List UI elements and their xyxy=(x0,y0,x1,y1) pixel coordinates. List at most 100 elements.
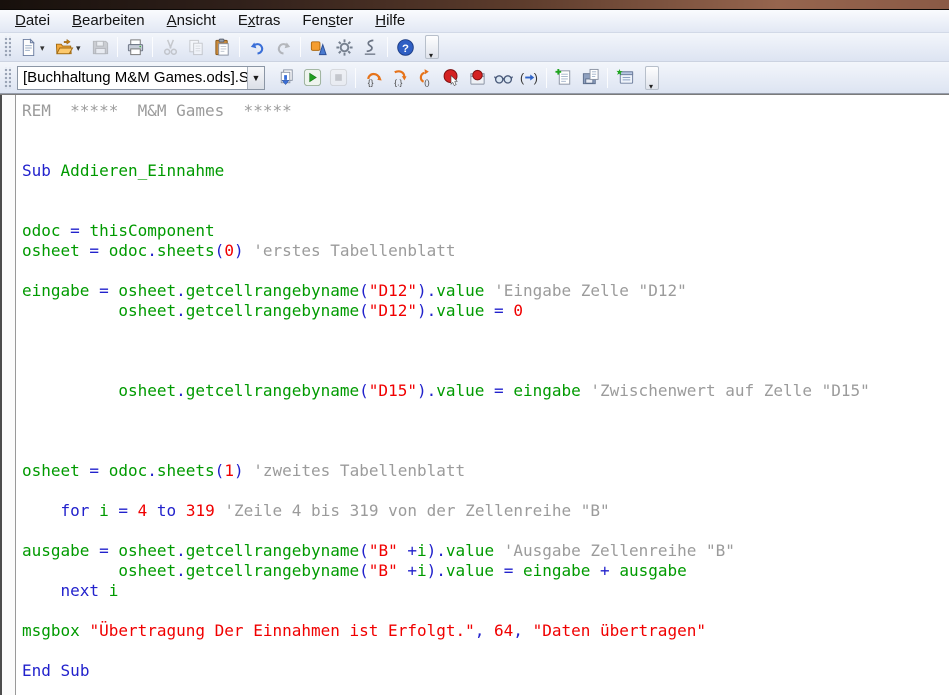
code-line xyxy=(22,481,949,501)
svg-text:{.}: {.} xyxy=(394,78,402,87)
svg-text:?: ? xyxy=(402,42,409,54)
code-line xyxy=(22,321,949,341)
manage-breakpoints-icon xyxy=(468,68,487,87)
svg-text:{}: {} xyxy=(367,78,373,87)
step-out-icon: () xyxy=(416,68,435,87)
redo-icon xyxy=(274,38,293,57)
breakpoint-button[interactable] xyxy=(439,66,463,90)
dropdown-caret-icon[interactable]: ▾ xyxy=(40,43,48,54)
menu-fenster[interactable]: Fenster xyxy=(291,10,364,32)
macro-toolbar: [Buchhaltung M&M Games.ods].St ▼ {} {.} ()… xyxy=(0,62,949,94)
code-line: Sub Addieren_Einnahme xyxy=(22,161,949,181)
macros-icon xyxy=(361,38,380,57)
cut-button xyxy=(158,35,182,59)
code-editor[interactable]: REM ***** M&M Games ***** Sub Addieren_E… xyxy=(16,95,949,695)
open-button[interactable] xyxy=(52,35,76,59)
toolbar-separator xyxy=(300,37,301,57)
redo-button xyxy=(271,35,295,59)
code-line: End Sub xyxy=(22,661,949,681)
step-out-button[interactable]: () xyxy=(413,66,437,90)
toolbar-separator xyxy=(546,68,547,88)
manage-breakpoints-button[interactable] xyxy=(465,66,489,90)
code-line xyxy=(22,261,949,281)
insert-source-text-button[interactable] xyxy=(552,66,576,90)
code-line: osheet.getcellrangebyname("B" +i).value … xyxy=(22,561,949,581)
module-selector[interactable]: [Buchhaltung M&M Games.ods].St ▼ xyxy=(17,66,265,90)
menu-hilfe[interactable]: Hilfe xyxy=(364,10,416,32)
code-line: next i xyxy=(22,581,949,601)
window-top-edge xyxy=(0,0,949,10)
procedure-step-button[interactable]: {} xyxy=(361,66,385,90)
breakpoint-margin[interactable] xyxy=(0,95,16,695)
code-line: odoc = thisComponent xyxy=(22,221,949,241)
copy-icon xyxy=(187,38,206,57)
toolbar-separator xyxy=(117,37,118,57)
toolbar-separator xyxy=(387,37,388,57)
code-line xyxy=(22,441,949,461)
menu-extras[interactable]: Extras xyxy=(227,10,292,32)
toolbar-separator xyxy=(152,37,153,57)
breakpoint-icon xyxy=(442,68,461,87)
menu-bar: DateiBearbeitenAnsichtExtrasFensterHilfe xyxy=(0,10,949,33)
menu-datei[interactable]: Datei xyxy=(4,10,61,32)
enable-watch-button[interactable] xyxy=(491,66,515,90)
code-line xyxy=(22,401,949,421)
code-line: osheet.getcellrangebyname("D12").value =… xyxy=(22,301,949,321)
code-line xyxy=(22,521,949,541)
code-line: msgbox "Übertragung Der Einnahmen ist Er… xyxy=(22,621,949,641)
new-document-button[interactable] xyxy=(16,35,40,59)
save-source-as-icon xyxy=(581,68,600,87)
code-line: REM ***** M&M Games ***** xyxy=(22,101,949,121)
toolbar-grip[interactable] xyxy=(4,36,11,58)
undo-button[interactable] xyxy=(245,35,269,59)
single-step-button[interactable]: {.} xyxy=(387,66,411,90)
standard-toolbar: ▾ ▾? xyxy=(0,33,949,62)
stop-button xyxy=(326,66,350,90)
svg-text:): ) xyxy=(533,71,537,85)
basic-ide-window: DateiBearbeitenAnsichtExtrasFensterHilfe… xyxy=(0,0,949,696)
find-parentheses-button[interactable]: () xyxy=(517,66,541,90)
help-button[interactable]: ? xyxy=(393,35,417,59)
code-line xyxy=(22,601,949,621)
toolbar-options-button[interactable] xyxy=(425,35,439,59)
code-line: osheet = odoc.sheets(1) 'zweites Tabelle… xyxy=(22,461,949,481)
compile-icon xyxy=(277,68,296,87)
print-button[interactable] xyxy=(123,35,147,59)
procedure-step-icon: {} xyxy=(364,68,383,87)
paste-button[interactable] xyxy=(210,35,234,59)
toolbar-grip[interactable] xyxy=(4,67,11,89)
save-button xyxy=(88,35,112,59)
chevron-down-icon[interactable]: ▼ xyxy=(247,67,264,89)
code-line xyxy=(22,361,949,381)
dropdown-caret-icon[interactable]: ▾ xyxy=(76,43,84,54)
toolbar-separator xyxy=(607,68,608,88)
enable-watch-icon xyxy=(494,68,513,87)
import-dialog-icon xyxy=(616,68,635,87)
save-icon xyxy=(91,38,110,57)
code-line: osheet = odoc.sheets(0) 'erstes Tabellen… xyxy=(22,241,949,261)
compile-button[interactable] xyxy=(274,66,298,90)
menu-ansicht[interactable]: Ansicht xyxy=(156,10,227,32)
import-dialog-button[interactable] xyxy=(613,66,637,90)
cut-icon xyxy=(161,38,180,57)
settings-button[interactable] xyxy=(332,35,356,59)
objects-icon xyxy=(309,38,328,57)
save-source-as-button[interactable] xyxy=(578,66,602,90)
run-button[interactable] xyxy=(300,66,324,90)
menu-bearbeiten[interactable]: Bearbeiten xyxy=(61,10,156,32)
objects-button[interactable] xyxy=(306,35,330,59)
svg-text:(): () xyxy=(424,78,430,87)
code-line xyxy=(22,341,949,361)
code-line xyxy=(22,141,949,161)
code-line: eingabe = osheet.getcellrangebyname("D12… xyxy=(22,281,949,301)
code-line xyxy=(22,121,949,141)
settings-icon xyxy=(335,38,354,57)
code-line xyxy=(22,641,949,661)
undo-icon xyxy=(248,38,267,57)
open-icon xyxy=(55,38,74,57)
code-line: ausgabe = osheet.getcellrangebyname("B" … xyxy=(22,541,949,561)
run-icon xyxy=(303,68,322,87)
macros-button[interactable] xyxy=(358,35,382,59)
code-editor-pane: REM ***** M&M Games ***** Sub Addieren_E… xyxy=(0,94,949,695)
toolbar-options-button[interactable] xyxy=(645,66,659,90)
